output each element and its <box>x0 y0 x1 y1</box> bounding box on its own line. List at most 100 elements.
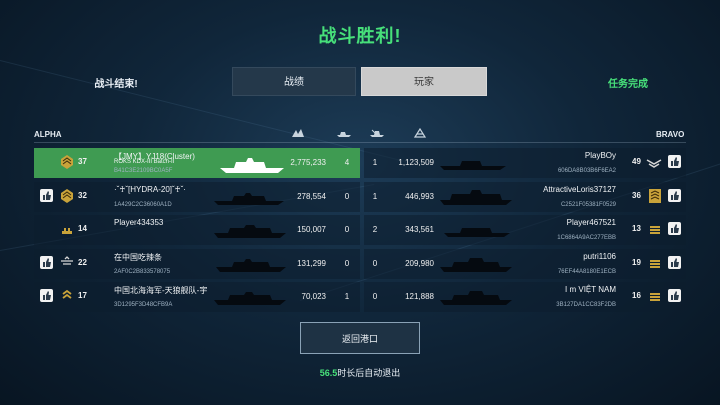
damage-value: 278,554 <box>297 192 326 201</box>
rank-insignia-icon <box>650 293 660 301</box>
kills-value: 0 <box>344 259 350 268</box>
team-alpha-label: ALPHA <box>34 130 62 139</box>
player-name[interactable]: AttractiveLoris37127 <box>506 185 616 194</box>
thumbs-up-icon <box>671 291 679 300</box>
player-name[interactable]: Player434353 <box>114 218 163 227</box>
player-level: 32 <box>78 191 87 200</box>
ship-silhouette <box>214 193 284 205</box>
rank-insignia-icon <box>649 189 661 203</box>
damage-value: 2,775,233 <box>290 158 326 167</box>
return-to-port-button[interactable]: 返回港口 <box>300 322 420 354</box>
player-name[interactable]: PlayBOy <box>556 151 616 160</box>
player-id: 76EF44A8180E1ECB <box>557 269 616 275</box>
rank-insignia-icon <box>650 226 660 234</box>
player-level: 37 <box>78 157 87 166</box>
score-value: 1,123,509 <box>398 158 434 167</box>
header-separator <box>34 142 686 143</box>
thumbs-up-icon <box>671 258 679 267</box>
ship-silhouette <box>440 190 512 205</box>
thumbs-up-icon <box>671 157 679 166</box>
assists-value: 1 <box>372 192 378 201</box>
damage-value: 150,007 <box>297 225 326 234</box>
player-name[interactable]: putri1106 <box>506 252 616 261</box>
player-id: B41C3E2109BC0A5F <box>114 168 173 174</box>
player-level: 49 <box>632 157 641 166</box>
kills-value: 0 <box>344 225 350 234</box>
tab-players[interactable]: 玩家 <box>361 67 487 96</box>
player-name[interactable]: ·ˇ♰ˇ[HYDRA-20]ˇ♰ˇ· <box>114 185 186 194</box>
ship-name: ROKS KDX-III Batch-II <box>114 159 175 165</box>
player-id: 606DA8B03B6F6EA2 <box>557 168 616 174</box>
ship-silhouette <box>220 158 284 173</box>
player-level: 36 <box>632 191 641 200</box>
assists-icon <box>370 129 384 137</box>
assists-value: 1 <box>372 158 378 167</box>
damage-value: 131,299 <box>297 259 326 268</box>
player-level: 13 <box>632 224 641 233</box>
kills-value: 0 <box>344 192 350 201</box>
rank-insignia-icon <box>62 289 72 299</box>
assists-value: 0 <box>372 259 378 268</box>
player-id: 1A429C2C36060A1D <box>114 202 172 208</box>
table-row: 14 Player434353 150,007 0 2 343,561 Play… <box>34 215 686 245</box>
countdown-text: 时长后自动退出 <box>337 368 401 378</box>
damage-icon <box>292 129 304 137</box>
player-name[interactable]: 中国北海海军-天狼舰队-宇 <box>114 285 207 296</box>
auto-exit-countdown: 56.5时长后自动退出 <box>0 366 720 379</box>
ship-silhouette <box>440 161 506 170</box>
thumbs-up-button[interactable] <box>668 289 681 302</box>
assists-value: 2 <box>372 225 378 234</box>
player-id: 3B127DA1CC83F2DB <box>556 302 616 308</box>
player-level: 17 <box>78 291 87 300</box>
player-id: 3D1295F3D48CFB9A <box>114 302 173 308</box>
score-value: 343,561 <box>405 225 434 234</box>
countdown-seconds: 56.5 <box>319 368 338 378</box>
ship-silhouette <box>214 292 286 305</box>
battle-ended-label: 战斗结束! <box>94 79 138 90</box>
thumbs-up-icon <box>43 258 51 267</box>
player-level: 16 <box>632 291 641 300</box>
damage-value: 70,023 <box>301 292 326 301</box>
rank-insignia-icon <box>646 159 662 168</box>
thumbs-up-icon <box>43 291 51 300</box>
thumbs-up-button[interactable] <box>668 222 681 235</box>
table-row: 37 【JMY】YJ18(Cluster) ROKS KDX-III Batch… <box>34 148 686 178</box>
score-value: 121,888 <box>405 292 434 301</box>
player-id: 1C6864A9AC277EBB <box>557 235 616 241</box>
table-row: 22 在中国吃辣条 2AF0C2B833578075 131,299 0 0 2… <box>34 249 686 279</box>
kills-value: 1 <box>344 292 350 301</box>
thumbs-up-button[interactable] <box>40 189 53 202</box>
thumbs-up-button[interactable] <box>40 289 53 302</box>
thumbs-up-button[interactable] <box>668 256 681 269</box>
thumbs-up-button[interactable] <box>668 189 681 202</box>
rank-insignia-icon <box>61 155 73 169</box>
rank-insignia-icon <box>61 256 73 265</box>
player-id: 2AF0C2B833578075 <box>114 269 171 275</box>
player-level: 14 <box>78 224 87 233</box>
thumbs-up-button[interactable] <box>40 256 53 269</box>
ship-silhouette <box>216 259 286 272</box>
player-id: C2521F05381F0529 <box>560 202 616 208</box>
ship-silhouette <box>214 225 286 238</box>
assists-value: 0 <box>372 292 378 301</box>
score-value: 446,993 <box>405 192 434 201</box>
experience-icon <box>413 128 427 138</box>
team-bravo-label: BRAVO <box>656 130 685 139</box>
tab-stats[interactable]: 战绩 <box>232 67 356 96</box>
table-row: 17 中国北海海军-天狼舰队-宇 3D1295F3D48CFB9A 70,023… <box>34 282 686 312</box>
thumbs-up-icon <box>671 224 679 233</box>
victory-title: 战斗胜利! <box>318 26 402 46</box>
mission-complete-label: 任务完成 <box>608 79 648 90</box>
player-name[interactable]: Player467521 <box>506 218 616 227</box>
player-name[interactable]: I m VIỆT NAM <box>506 285 616 294</box>
rank-insignia-icon <box>650 260 660 268</box>
table-row: 32 ·ˇ♰ˇ[HYDRA-20]ˇ♰ˇ· 1A429C2C36060A1D 2… <box>34 182 686 212</box>
kills-value: 4 <box>344 158 350 167</box>
thumbs-up-button[interactable] <box>668 155 681 168</box>
player-level: 22 <box>78 258 87 267</box>
ship-silhouette <box>444 228 510 237</box>
score-value: 209,980 <box>405 259 434 268</box>
player-name[interactable]: 在中国吃辣条 <box>114 252 162 263</box>
rank-insignia-icon <box>61 189 73 203</box>
thumbs-up-icon <box>43 191 51 200</box>
